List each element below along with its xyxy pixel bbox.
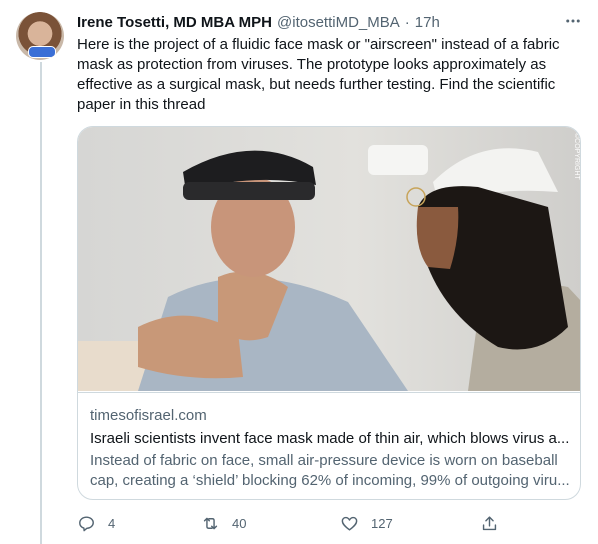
more-horizontal-icon xyxy=(566,19,580,23)
avatar[interactable] xyxy=(16,12,64,60)
author-name[interactable]: Irene Tosetti, MD MBA MPH xyxy=(77,14,272,31)
retweet-icon xyxy=(203,517,218,529)
like-button[interactable]: 127 xyxy=(340,510,393,536)
card-domain: timesofisrael.com xyxy=(90,407,207,424)
tweet: Irene Tosetti, MD MBA MPH @itosettiMD_MB… xyxy=(0,0,598,544)
avatar-badge xyxy=(28,46,56,58)
share-button[interactable] xyxy=(480,510,499,536)
retweet-button[interactable]: 40 xyxy=(201,510,246,536)
time-separator: · xyxy=(404,13,410,31)
more-icon[interactable] xyxy=(562,12,584,32)
share-icon xyxy=(482,515,497,530)
link-card[interactable]: ©COPYRIGHT timesofisrael.com Israeli sci… xyxy=(77,126,581,500)
retweet-count: 40 xyxy=(232,515,247,531)
reply-button[interactable]: 4 xyxy=(77,510,115,536)
author-handle[interactable]: @itosettiMD_MBA xyxy=(277,14,400,31)
reply-count: 4 xyxy=(108,515,116,531)
tweet-header: Irene Tosetti, MD MBA MPH @itosettiMD_MB… xyxy=(77,12,440,32)
reply-icon xyxy=(79,515,94,531)
card-body: timesofisrael.com Israeli scientists inv… xyxy=(78,392,580,499)
tweet-text: Here is the project of a fluidic face ma… xyxy=(77,36,560,113)
like-count: 127 xyxy=(371,515,393,531)
tweet-actions: 4 40 127 xyxy=(77,510,507,536)
card-image: ©COPYRIGHT xyxy=(78,127,581,391)
card-title: Israeli scientists invent face mask made… xyxy=(90,430,570,447)
image-watermark: ©COPYRIGHT xyxy=(573,133,581,180)
thread-line xyxy=(40,62,42,544)
timestamp[interactable]: 17h xyxy=(415,14,440,31)
card-description: Instead of fabric on face, small air-pre… xyxy=(90,452,570,489)
heart-icon xyxy=(341,516,358,531)
